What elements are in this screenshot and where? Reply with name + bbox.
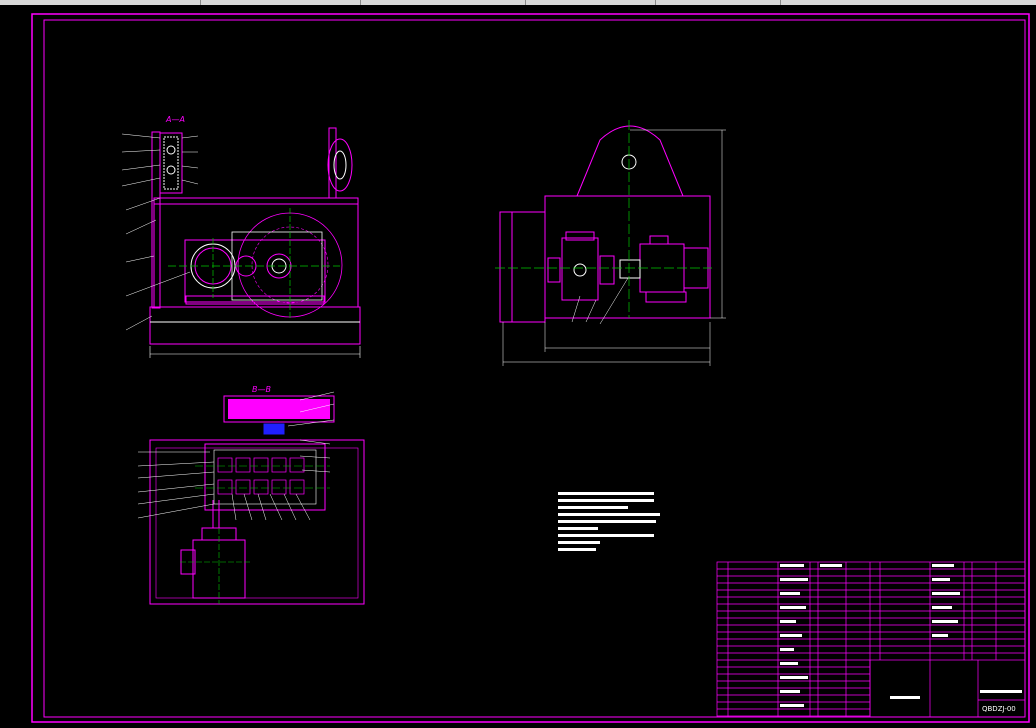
parts-list-table xyxy=(716,561,1026,718)
parts-list-text-blocks xyxy=(780,564,1022,707)
section-bb-label: B—B xyxy=(252,385,271,394)
technical-notes xyxy=(558,492,660,551)
top-view: B—B xyxy=(137,385,365,605)
side-view xyxy=(495,120,726,366)
drawing-number: QBDZJ-00 xyxy=(982,705,1016,713)
section-aa-label: A—A xyxy=(165,115,185,124)
front-view: A—A xyxy=(121,115,361,358)
cad-drawing-canvas: A—A B—B QBDZJ-00 xyxy=(31,13,1030,723)
